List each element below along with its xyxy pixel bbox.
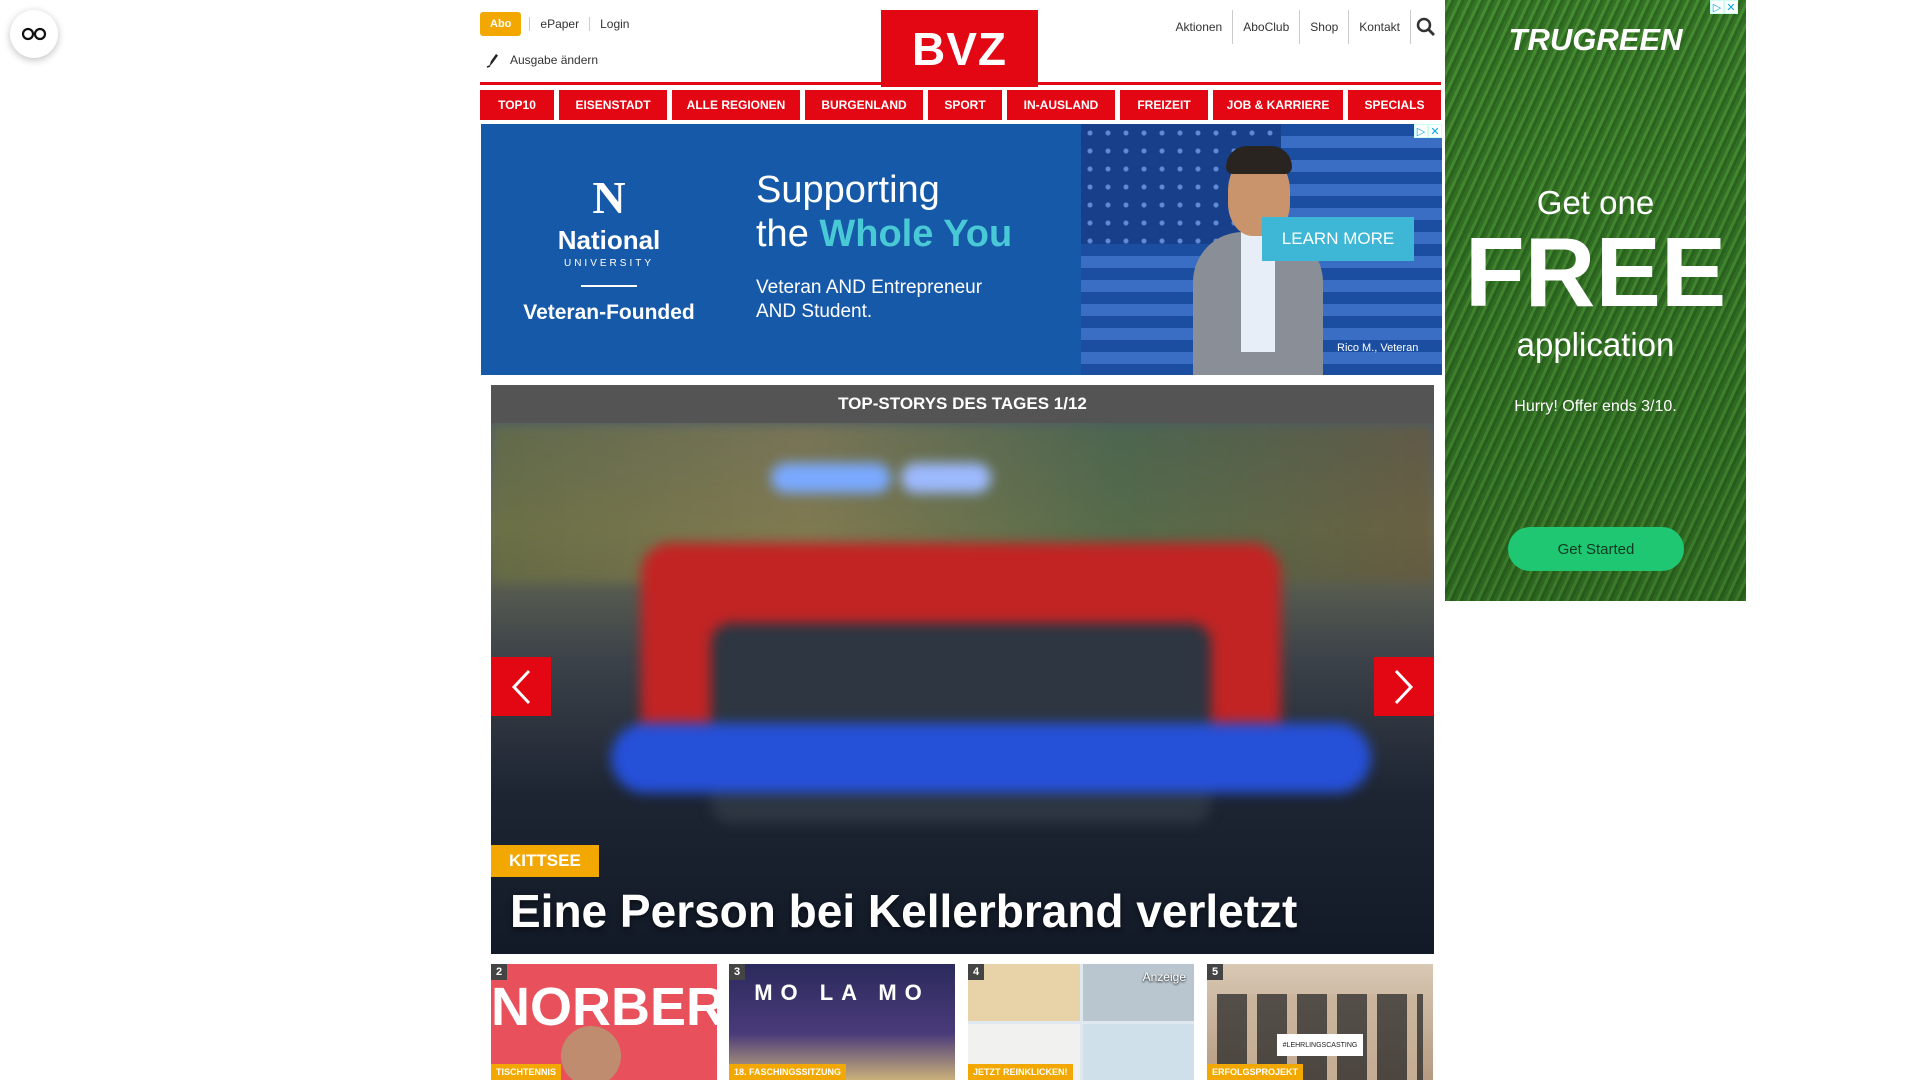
nav-item-alle-regionen[interactable]: ALLE REGIONEN	[672, 90, 800, 120]
aboclub-link[interactable]: AboClub	[1233, 10, 1301, 44]
top-story-category[interactable]: KITTSEE	[491, 845, 599, 877]
ad-divider	[581, 284, 637, 287]
thumb-category: JETZT REINKLICKEN!	[968, 1064, 1073, 1080]
accessibility-button[interactable]	[10, 10, 58, 58]
slider-next-button[interactable]	[1374, 657, 1434, 716]
ad-headline-2-prefix: the	[756, 213, 820, 255]
thumb-category: 18. FASCHINGSSITZUNG	[729, 1064, 847, 1080]
adchoices-icon[interactable]: ▷	[1710, 0, 1724, 14]
ad-tagline: Veteran-Founded	[523, 300, 695, 324]
ad-body: Veteran AND Entrepreneur AND Student.	[756, 276, 1012, 324]
thumb-ad-label: Anzeige	[1142, 970, 1186, 984]
shop-link[interactable]: Shop	[1300, 10, 1350, 44]
service-links: Aktionen AboClub Shop Kontakt	[1166, 10, 1441, 44]
banner-ad[interactable]: N National UNIVERSITY Veteran-Founded Su…	[481, 124, 1442, 375]
site-header: Abo ePaper Login Ausgabe ändern BVZ Akti…	[480, 0, 1441, 87]
sky-ad-choices[interactable]: ▷ ✕	[1710, 0, 1738, 14]
ad-choices[interactable]: ▷ ✕	[1414, 124, 1442, 138]
chevron-left-icon	[511, 669, 531, 704]
story-thumb-3[interactable]: MO LA MO 3 18. FASCHINGSSITZUNG	[729, 964, 955, 1080]
header-divider	[480, 82, 1441, 85]
nav-item-eisenstadt[interactable]: EISENSTADT	[559, 90, 667, 120]
sky-ad-line-2: FREE	[1464, 217, 1727, 327]
thumb-number: 2	[491, 964, 508, 980]
nav-item-freizeit[interactable]: FREIZEIT	[1120, 90, 1208, 120]
main-nav: TOP10 EISENSTADT ALLE REGIONEN BURGENLAN…	[480, 90, 1441, 120]
sky-ad-logo: TRUGREEN	[1508, 22, 1683, 57]
sky-ad-line-3: application	[1516, 326, 1675, 363]
sky-ad-line-4: Hurry! Offer ends 3/10.	[1514, 398, 1677, 415]
nav-item-specials[interactable]: SPECIALS	[1348, 90, 1441, 120]
ad-brand-sub: UNIVERSITY	[563, 257, 654, 269]
aktionen-link[interactable]: Aktionen	[1166, 10, 1234, 44]
top-story-title[interactable]: Eine Person bei Kellerbrand verletzt	[510, 884, 1297, 938]
search-button[interactable]	[1411, 10, 1441, 44]
chevron-right-icon	[1394, 669, 1414, 704]
ad-body-line-1: Veteran AND Entrepreneur	[756, 277, 983, 298]
ad-copy: Supporting the Whole You Veteran AND Ent…	[756, 168, 1012, 324]
thumb-number: 3	[729, 964, 746, 980]
ad-brand-mark: N	[592, 171, 626, 223]
thumb-number: 5	[1207, 964, 1224, 980]
ad-learn-more-button[interactable]: LEARN MORE	[1262, 217, 1414, 261]
ad-brand-name: National	[557, 224, 661, 255]
thumb-photo	[561, 1026, 621, 1080]
slider-prev-button[interactable]	[491, 657, 551, 716]
thumb-sign-text: #LEHRLINGSCASTING	[1277, 1034, 1363, 1056]
story-thumb-4[interactable]: Anzeige 4 JETZT REINKLICKEN!	[968, 964, 1194, 1080]
glasses-icon	[21, 27, 47, 41]
story-thumb-2[interactable]: NORBERT 2 TISCHTENNIS	[491, 964, 717, 1080]
skyscraper-ad[interactable]: TRUGREEN Get one FREE application Hurry!…	[1445, 0, 1746, 601]
site-logo[interactable]: BVZ	[881, 10, 1038, 87]
top-stories-header: TOP-STORYS DES TAGES 1/12	[491, 385, 1434, 423]
nav-item-burgenland[interactable]: BURGENLAND	[805, 90, 923, 120]
thumb-category: TISCHTENNIS	[491, 1064, 562, 1080]
thumb-number: 4	[968, 964, 985, 980]
login-link[interactable]: Login	[589, 17, 639, 31]
close-icon[interactable]: ✕	[1428, 124, 1442, 138]
ad-headline-1: Supporting	[756, 169, 940, 211]
ad-brand-block: N National UNIVERSITY Veteran-Founded	[481, 124, 737, 375]
ad-headline-2: the Whole You	[756, 212, 1012, 256]
nav-item-top10[interactable]: TOP10	[480, 90, 554, 120]
story-thumbnails: NORBERT 2 TISCHTENNIS MO LA MO 3 18. FAS…	[491, 964, 1434, 1080]
sky-ad-get-started-button[interactable]: Get Started	[1508, 527, 1684, 571]
thumb-category: ERFOLGSPROJEKT	[1207, 1064, 1304, 1080]
nav-item-job-karriere[interactable]: JOB & KARRIERE	[1213, 90, 1343, 120]
thumb-overlay-text: MO LA MO	[754, 980, 930, 1005]
top-links: Abo ePaper Login	[480, 12, 639, 36]
abo-button[interactable]: Abo	[480, 12, 522, 36]
ad-body-line-2: AND Student.	[756, 301, 873, 322]
top-story-image[interactable]	[491, 423, 1434, 954]
kontakt-link[interactable]: Kontakt	[1349, 10, 1411, 44]
change-edition-link[interactable]: Ausgabe ändern	[486, 52, 598, 68]
pen-icon	[486, 54, 498, 68]
close-icon[interactable]: ✕	[1724, 0, 1738, 14]
ad-caption: Rico M., Veteran	[1337, 342, 1419, 354]
nav-item-sport[interactable]: SPORT	[928, 90, 1002, 120]
ad-headline-accent: Whole You	[819, 213, 1013, 255]
change-edition-label: Ausgabe ändern	[510, 53, 599, 67]
nav-item-in-ausland[interactable]: IN-AUSLAND	[1007, 90, 1115, 120]
epaper-link[interactable]: ePaper	[529, 17, 589, 31]
adchoices-icon[interactable]: ▷	[1414, 124, 1428, 138]
search-icon	[1416, 17, 1435, 36]
story-thumb-5[interactable]: #LEHRLINGSCASTING 5 ERFOLGSPROJEKT	[1207, 964, 1433, 1080]
